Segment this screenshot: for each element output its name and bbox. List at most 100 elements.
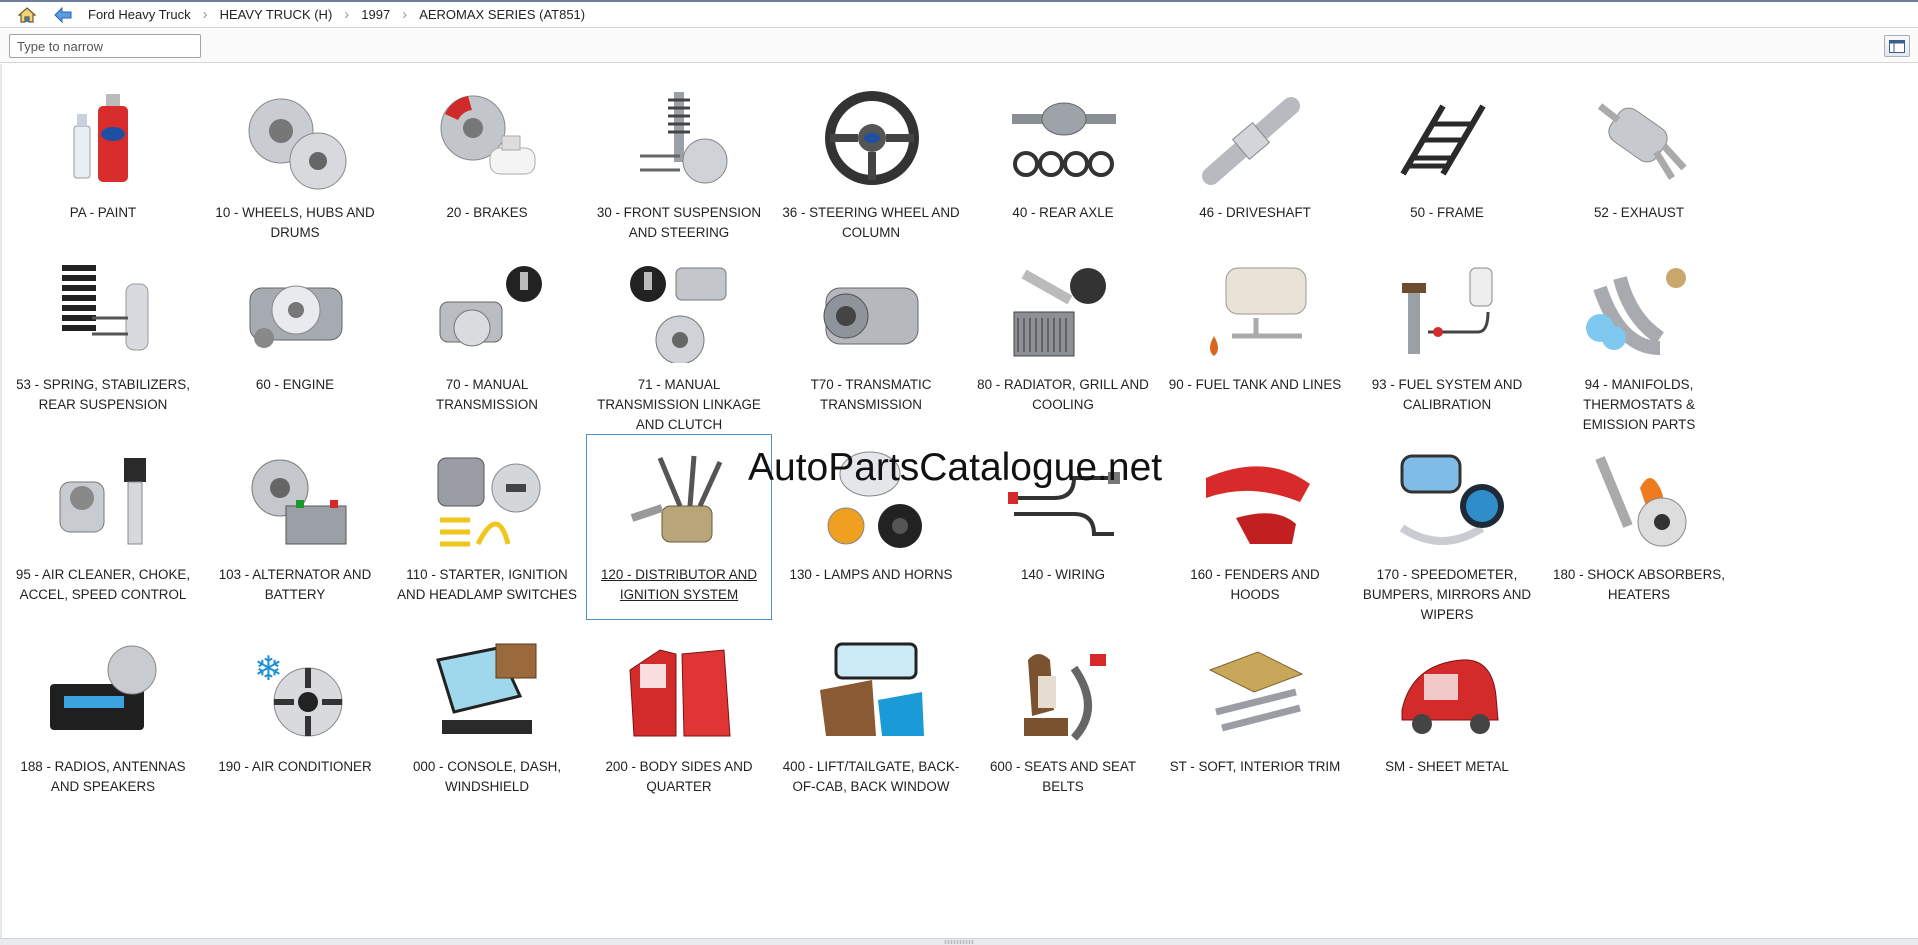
sheet-metal-icon: [1401, 659, 1499, 734]
air-conditioner-icon: ❄: [254, 649, 343, 737]
chevron-right-icon: ›: [402, 6, 408, 23]
category-tile[interactable]: 71 - MANUAL TRANSMISSION LINKAGE AND CLU…: [586, 244, 772, 432]
category-label: 60 - ENGINE: [255, 377, 335, 392]
suspension-icon: [640, 92, 728, 184]
home-icon[interactable]: [16, 4, 38, 26]
category-tile[interactable]: 50 - FRAME: [1354, 72, 1540, 258]
resize-grip[interactable]: [944, 940, 974, 944]
category-tile[interactable]: 70 - MANUAL TRANSMISSION: [394, 244, 580, 430]
category-label: 46 - DRIVESHAFT: [1199, 205, 1311, 220]
radio-icon: [50, 645, 157, 730]
category-label: 40 - REAR AXLE: [1012, 205, 1114, 220]
category-tile[interactable]: 46 - DRIVESHAFT: [1162, 72, 1348, 258]
driveshaft-icon: [1202, 97, 1300, 185]
engine-icon: [249, 285, 343, 348]
breadcrumb-category[interactable]: HEAVY TRUCK (H): [220, 7, 333, 22]
category-label: 94 - MANIFOLDS, THERMOSTATS & EMISSION P…: [1582, 377, 1696, 432]
fuel-system-icon: [1402, 267, 1493, 354]
svg-text:❄: ❄: [254, 649, 283, 689]
category-label: 188 - RADIOS, ANTENNAS AND SPEAKERS: [20, 759, 186, 794]
status-bar: [0, 938, 1918, 945]
brake-icon: [440, 95, 536, 175]
category-label: 000 - CONSOLE, DASH, WINDSHIELD: [412, 759, 562, 794]
category-tile[interactable]: 103 - ALTERNATOR AND BATTERY: [202, 434, 388, 620]
category-label: 20 - BRAKES: [446, 205, 528, 220]
category-tile[interactable]: 93 - FUEL SYSTEM AND CALIBRATION: [1354, 244, 1540, 430]
category-tile[interactable]: 52 - EXHAUST: [1546, 72, 1732, 258]
wheel-icon: [248, 98, 347, 190]
category-label: 600 - SEATS AND SEAT BELTS: [989, 759, 1137, 794]
breadcrumb-year[interactable]: 1997: [361, 7, 390, 22]
breadcrumb-make[interactable]: Ford Heavy Truck: [88, 7, 191, 22]
category-label: SM - SHEET METAL: [1385, 759, 1509, 774]
category-tile[interactable]: 140 - WIRING: [970, 434, 1156, 620]
category-tile[interactable]: 94 - MANIFOLDS, THERMOSTATS & EMISSION P…: [1546, 244, 1732, 432]
breadcrumb-series[interactable]: AEROMAX SERIES (AT851): [419, 7, 585, 22]
category-tile[interactable]: 90 - FUEL TANK AND LINES: [1162, 244, 1348, 430]
axle-icon: [1012, 102, 1116, 177]
category-label: 140 - WIRING: [1020, 567, 1106, 582]
category-tile[interactable]: 110 - STARTER, IGNITION AND HEADLAMP SWI…: [394, 434, 580, 620]
back-arrow-icon[interactable]: [52, 4, 74, 26]
category-tile[interactable]: 30 - FRONT SUSPENSION AND STEERING: [586, 72, 772, 258]
category-tile[interactable]: 170 - SPEEDOMETER, BUMPERS, MIRRORS AND …: [1354, 434, 1540, 622]
category-tile[interactable]: 95 - AIR CLEANER, CHOKE, ACCEL, SPEED CO…: [10, 434, 196, 620]
filter-bar: [0, 29, 1918, 63]
carburetor-icon: [59, 458, 146, 545]
battery-icon: [251, 459, 347, 545]
category-tile[interactable]: 20 - BRAKES: [394, 72, 580, 258]
category-label: 103 - ALTERNATOR AND BATTERY: [218, 567, 372, 602]
category-tile[interactable]: 80 - RADIATOR, GRILL AND COOLING: [970, 244, 1156, 430]
category-tile[interactable]: 130 - LAMPS AND HORNS: [778, 434, 964, 620]
lamp-icon: [827, 451, 922, 548]
seat-icon: [1024, 654, 1106, 741]
category-tile[interactable]: ST - SOFT, INTERIOR TRIM: [1162, 626, 1348, 812]
category-label: 71 - MANUAL TRANSMISSION LINKAGE AND CLU…: [597, 377, 761, 432]
distributor-icon: [630, 455, 723, 543]
category-tile[interactable]: 200 - BODY SIDES AND QUARTER: [586, 626, 772, 812]
category-label: 52 - EXHAUST: [1593, 205, 1685, 220]
category-tile[interactable]: 40 - REAR AXLE: [970, 72, 1156, 258]
exhaust-icon: [1597, 103, 1687, 180]
category-tile[interactable]: 60 - ENGINE: [202, 244, 388, 430]
category-tile[interactable]: 36 - STEERING WHEEL AND COLUMN: [778, 72, 964, 258]
transmission-icon: [439, 266, 542, 347]
frame-icon: [1400, 104, 1486, 176]
search-input[interactable]: [9, 34, 201, 58]
panel-layout-icon[interactable]: [1884, 35, 1910, 57]
fender-icon: [1206, 466, 1310, 544]
category-tile[interactable]: SM - SHEET METAL: [1354, 626, 1540, 812]
category-tile[interactable]: 160 - FENDERS AND HOODS: [1162, 434, 1348, 620]
interior-trim-icon: [1208, 651, 1304, 732]
category-tile[interactable]: PA - PAINT: [10, 72, 196, 258]
category-tile[interactable]: 120 - DISTRIBUTOR AND IGNITION SYSTEM: [586, 434, 772, 620]
category-label: 50 - FRAME: [1410, 205, 1484, 220]
windshield-icon: [436, 643, 537, 734]
chevron-right-icon: ›: [202, 6, 208, 23]
category-label: 70 - MANUAL TRANSMISSION: [436, 377, 538, 412]
category-tile[interactable]: 10 - WHEELS, HUBS AND DRUMS: [202, 72, 388, 258]
category-label: 90 - FUEL TANK AND LINES: [1168, 377, 1342, 392]
category-tile[interactable]: T70 - TRANSMATIC TRANSMISSION: [778, 244, 964, 430]
category-label: 93 - FUEL SYSTEM AND CALIBRATION: [1371, 377, 1523, 412]
category-tile[interactable]: 53 - SPRING, STABILIZERS, REAR SUSPENSIO…: [10, 244, 196, 430]
category-label: T70 - TRANSMATIC TRANSMISSION: [810, 377, 932, 412]
category-tile[interactable]: 188 - RADIOS, ANTENNAS AND SPEAKERS: [10, 626, 196, 812]
back-window-icon: [820, 642, 924, 736]
category-tile[interactable]: 180 - SHOCK ABSORBERS, HEATERS: [1546, 434, 1732, 620]
category-tile[interactable]: 000 - CONSOLE, DASH, WINDSHIELD: [394, 626, 580, 812]
category-label: 110 - STARTER, IGNITION AND HEADLAMP SWI…: [397, 567, 577, 602]
category-label: 170 - SPEEDOMETER, BUMPERS, MIRRORS AND …: [1362, 567, 1532, 622]
category-label: 30 - FRONT SUSPENSION AND STEERING: [596, 205, 762, 240]
category-label: ST - SOFT, INTERIOR TRIM: [1169, 759, 1341, 774]
category-tile[interactable]: 600 - SEATS AND SEAT BELTS: [970, 626, 1156, 812]
category-label: 36 - STEERING WHEEL AND COLUMN: [782, 205, 960, 240]
category-label: 53 - SPRING, STABILIZERS, REAR SUSPENSIO…: [16, 377, 190, 412]
category-label: 10 - WHEELS, HUBS AND DRUMS: [215, 205, 375, 240]
category-tile[interactable]: ❄ 190 - AIR CONDITIONER: [202, 626, 388, 812]
mirror-icon: [1399, 454, 1504, 545]
category-label: 180 - SHOCK ABSORBERS, HEATERS: [1553, 567, 1725, 602]
category-label: 190 - AIR CONDITIONER: [218, 759, 372, 774]
starter-icon: [437, 457, 541, 547]
category-tile[interactable]: 400 - LIFT/TAILGATE, BACK-OF-CAB, BACK W…: [778, 626, 964, 812]
